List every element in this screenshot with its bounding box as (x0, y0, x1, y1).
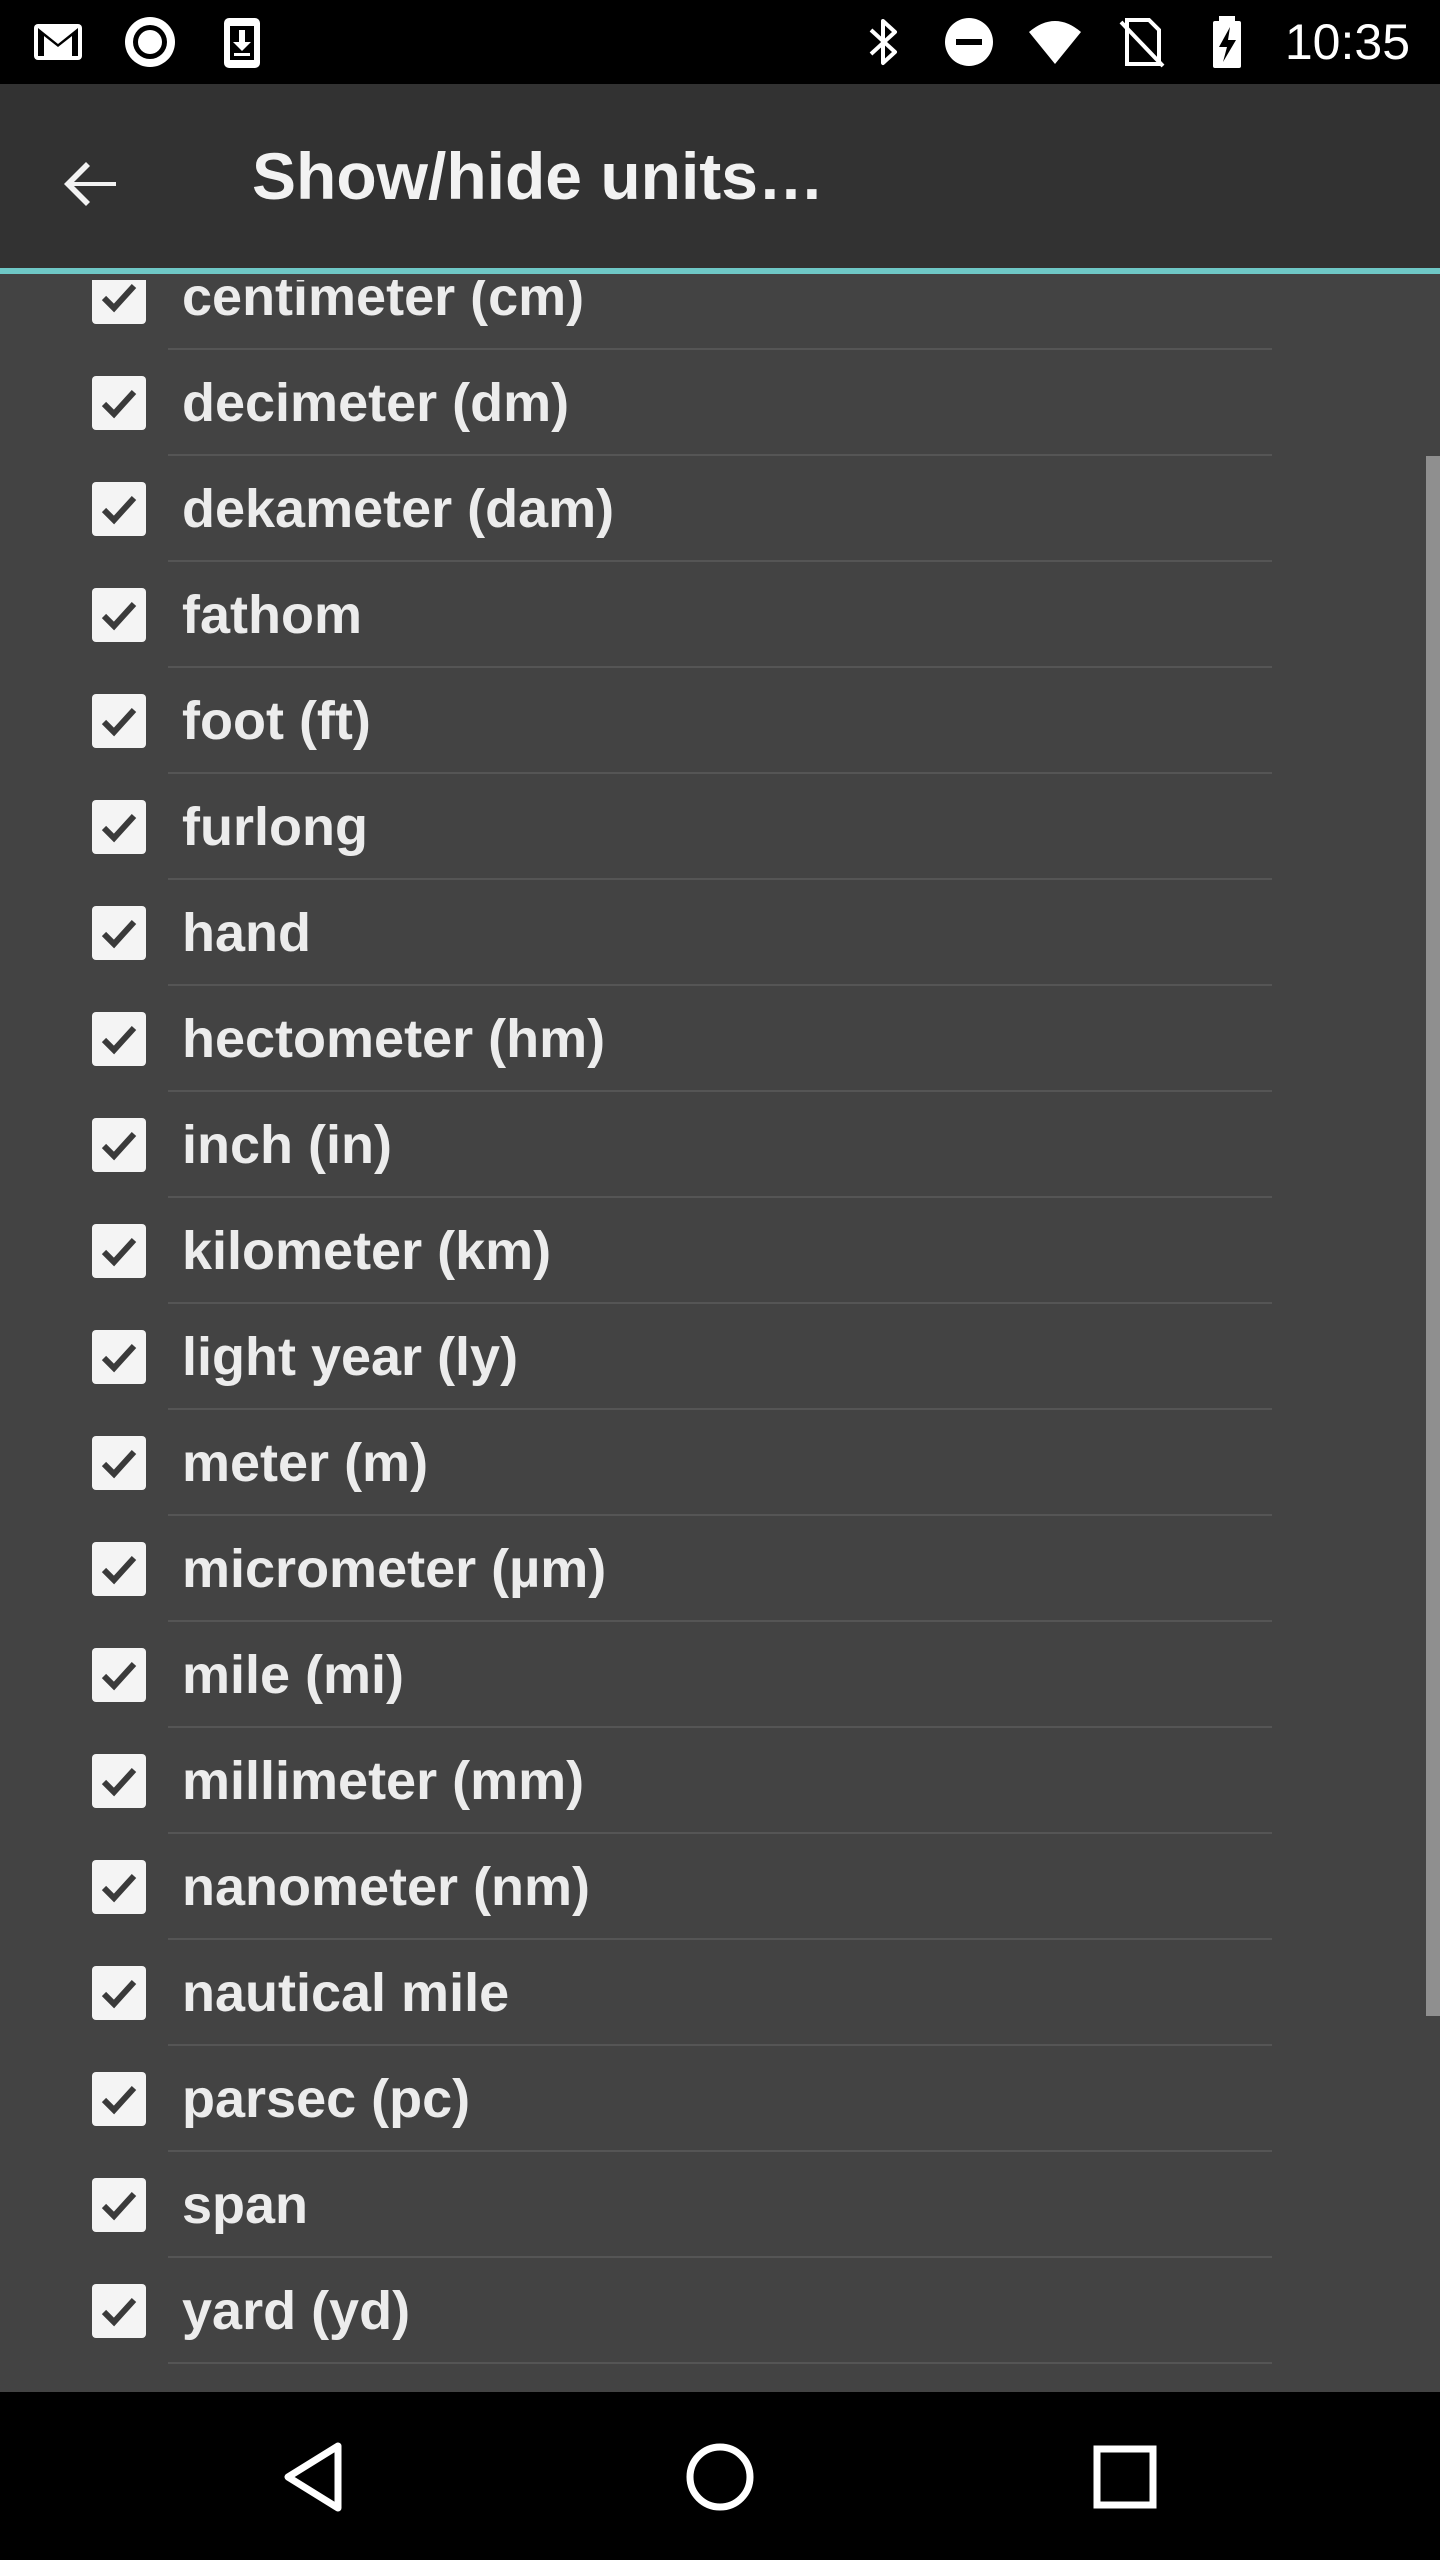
checkbox[interactable] (92, 1860, 146, 1914)
unit-label: nautical mile (182, 1963, 510, 2023)
list-item-light-year[interactable]: light year (ly) (0, 1304, 1440, 1410)
unit-label: millimeter (mm) (182, 1751, 585, 1811)
unit-label: centimeter (cm) (182, 280, 585, 327)
checkbox[interactable] (92, 1330, 146, 1384)
list-item-span[interactable]: span (0, 2152, 1440, 2258)
list-item-nautical-mile[interactable]: nautical mile (0, 1940, 1440, 2046)
list-item-micrometer[interactable]: micrometer (µm) (0, 1516, 1440, 1622)
unit-label: light year (ly) (182, 1327, 519, 1387)
home-nav-button[interactable] (675, 2432, 765, 2522)
bluetooth-icon (855, 14, 911, 70)
unit-label: nanometer (nm) (182, 1857, 591, 1917)
unit-label: mile (mi) (182, 1645, 405, 1705)
list-item-fathom[interactable]: fathom (0, 562, 1440, 668)
back-button[interactable] (50, 144, 130, 224)
unit-label: meter (m) (182, 1433, 429, 1493)
navigation-bar (0, 2392, 1440, 2560)
units-list-container[interactable]: centimeter (cm) decimeter (dm) dekameter… (0, 280, 1440, 2392)
list-item-millimeter[interactable]: millimeter (mm) (0, 1728, 1440, 1834)
list-item-foot[interactable]: foot (ft) (0, 668, 1440, 774)
checkbox[interactable] (92, 1966, 146, 2020)
list-item-mile[interactable]: mile (mi) (0, 1622, 1440, 1728)
home-nav-icon (686, 2443, 754, 2511)
list-item-hectometer[interactable]: hectometer (hm) (0, 986, 1440, 1092)
gmail-icon (30, 14, 86, 70)
arrow-back-icon (64, 162, 116, 206)
app-bar: Show/hide units… (0, 84, 1440, 274)
recents-nav-button[interactable] (1080, 2432, 1170, 2522)
list-item-yard[interactable]: yard (yd) (0, 2258, 1440, 2364)
checkbox[interactable] (92, 482, 146, 536)
back-nav-icon (284, 2442, 342, 2512)
download-icon (214, 14, 270, 70)
checkbox[interactable] (92, 1754, 146, 1808)
list-item-hand[interactable]: hand (0, 880, 1440, 986)
checkbox[interactable] (92, 1118, 146, 1172)
list-item-decimeter[interactable]: decimeter (dm) (0, 350, 1440, 456)
units-list: centimeter (cm) decimeter (dm) dekameter… (0, 280, 1440, 2364)
unit-label: micrometer (µm) (182, 1539, 607, 1599)
status-time: 10:35 (1284, 14, 1410, 70)
divider (168, 2362, 1272, 2364)
no-sim-icon (1113, 14, 1169, 70)
unit-label: decimeter (dm) (182, 373, 570, 433)
list-item-furlong[interactable]: furlong (0, 774, 1440, 880)
battery-charging-icon (1199, 14, 1255, 70)
checkbox[interactable] (92, 1648, 146, 1702)
list-item-kilometer[interactable]: kilometer (km) (0, 1198, 1440, 1304)
unit-label: inch (in) (182, 1115, 392, 1175)
unit-label: yard (yd) (182, 2281, 411, 2341)
do-not-disturb-icon (941, 14, 997, 70)
checkbox[interactable] (92, 694, 146, 748)
checkbox[interactable] (92, 2178, 146, 2232)
unit-label: fathom (182, 585, 362, 645)
checkbox[interactable] (92, 2284, 146, 2338)
list-item-parsec[interactable]: parsec (pc) (0, 2046, 1440, 2152)
unit-label: kilometer (km) (182, 1221, 552, 1281)
unit-label: hand (182, 903, 311, 963)
wifi-icon (1027, 14, 1083, 70)
scrollbar[interactable] (1426, 456, 1440, 2016)
checkbox[interactable] (92, 1012, 146, 1066)
unit-label: parsec (pc) (182, 2069, 471, 2129)
page-title: Show/hide units… (252, 139, 824, 213)
list-item-dekameter[interactable]: dekameter (dam) (0, 456, 1440, 562)
status-left-icons (30, 14, 270, 70)
unit-label: dekameter (dam) (182, 479, 615, 539)
checkbox[interactable] (92, 280, 146, 324)
unit-label: furlong (182, 797, 368, 857)
checkbox[interactable] (92, 1224, 146, 1278)
record-icon (122, 14, 178, 70)
list-item-inch[interactable]: inch (in) (0, 1092, 1440, 1198)
unit-label: foot (ft) (182, 691, 371, 751)
list-item-meter[interactable]: meter (m) (0, 1410, 1440, 1516)
checkbox[interactable] (92, 588, 146, 642)
checkbox[interactable] (92, 1542, 146, 1596)
list-item-nanometer[interactable]: nanometer (nm) (0, 1834, 1440, 1940)
checkbox[interactable] (92, 800, 146, 854)
checkbox[interactable] (92, 1436, 146, 1490)
status-bar: 10:35 (0, 0, 1440, 84)
checkbox[interactable] (92, 906, 146, 960)
unit-label: span (182, 2175, 309, 2235)
recents-nav-icon (1093, 2445, 1157, 2509)
unit-label: hectometer (hm) (182, 1009, 606, 1069)
checkbox[interactable] (92, 2072, 146, 2126)
checkbox[interactable] (92, 376, 146, 430)
back-nav-button[interactable] (270, 2432, 360, 2522)
list-item-centimeter[interactable]: centimeter (cm) (0, 280, 1440, 350)
status-right-icons: 10:35 (855, 10, 1410, 74)
